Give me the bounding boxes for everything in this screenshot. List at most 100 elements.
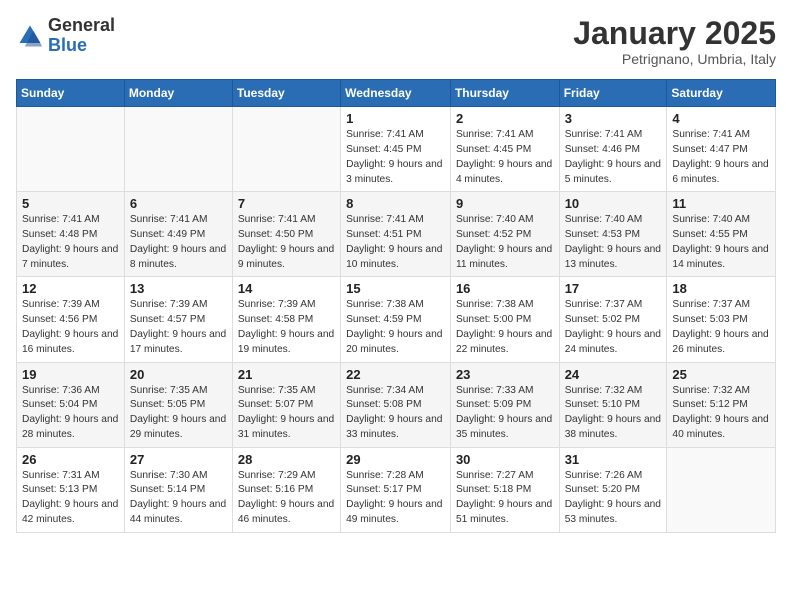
day-info: Sunrise: 7:26 AMSunset: 5:20 PMDaylight:… — [565, 469, 662, 528]
day-info: Sunrise: 7:41 AMSunset: 4:50 PMDaylight:… — [238, 213, 335, 272]
day-info: Sunrise: 7:30 AMSunset: 5:14 PMDaylight:… — [130, 469, 227, 528]
day-info: Sunrise: 7:39 AMSunset: 4:56 PMDaylight:… — [22, 298, 119, 357]
weekday-header: Sunday — [17, 80, 125, 107]
weekday-header: Wednesday — [341, 80, 451, 107]
calendar-header-row: SundayMondayTuesdayWednesdayThursdayFrid… — [17, 80, 776, 107]
calendar-cell — [17, 107, 125, 192]
day-number: 7 — [238, 196, 335, 211]
calendar-cell: 14 Sunrise: 7:39 AMSunset: 4:58 PMDayligh… — [232, 277, 340, 362]
day-number: 15 — [346, 281, 445, 296]
calendar-cell: 5 Sunrise: 7:41 AMSunset: 4:48 PMDaylight… — [17, 192, 125, 277]
calendar-cell: 31 Sunrise: 7:26 AMSunset: 5:20 PMDayligh… — [559, 447, 667, 532]
calendar-cell: 27 Sunrise: 7:30 AMSunset: 5:14 PMDayligh… — [124, 447, 232, 532]
day-info: Sunrise: 7:41 AMSunset: 4:51 PMDaylight:… — [346, 213, 445, 272]
calendar-cell: 18Sunrise: 7:37 AMSunset: 5:03 PMDayligh… — [667, 277, 776, 362]
day-number: 2 — [456, 111, 554, 126]
day-info: Sunrise: 7:40 AMSunset: 4:55 PMDaylight:… — [672, 213, 770, 272]
calendar-week-row: 26Sunrise: 7:31 AMSunset: 5:13 PMDayligh… — [17, 447, 776, 532]
title-block: January 2025 Petrignano, Umbria, Italy — [573, 16, 776, 67]
day-info: Sunrise: 7:41 AMSunset: 4:49 PMDaylight:… — [130, 213, 227, 272]
calendar-cell: 8 Sunrise: 7:41 AMSunset: 4:51 PMDaylight… — [341, 192, 451, 277]
day-number: 8 — [346, 196, 445, 211]
day-number: 3 — [565, 111, 662, 126]
weekday-header: Friday — [559, 80, 667, 107]
day-number: 27 — [130, 452, 227, 467]
calendar-cell: 23 Sunrise: 7:33 AMSunset: 5:09 PMDayligh… — [450, 362, 559, 447]
day-number: 22 — [346, 367, 445, 382]
day-info: Sunrise: 7:29 AMSunset: 5:16 PMDaylight:… — [238, 469, 335, 528]
day-number: 19 — [22, 367, 119, 382]
day-info: Sunrise: 7:41 AMSunset: 4:45 PMDaylight:… — [346, 128, 445, 187]
day-number: 29 — [346, 452, 445, 467]
day-number: 9 — [456, 196, 554, 211]
day-info: Sunrise: 7:41 AMSunset: 4:45 PMDaylight:… — [456, 128, 554, 187]
day-number: 21 — [238, 367, 335, 382]
weekday-header: Tuesday — [232, 80, 340, 107]
day-info: Sunrise: 7:39 AMSunset: 4:58 PMDaylight:… — [238, 298, 335, 357]
day-number: 13 — [130, 281, 227, 296]
calendar-cell: 15 Sunrise: 7:38 AMSunset: 4:59 PMDayligh… — [341, 277, 451, 362]
day-number: 5 — [22, 196, 119, 211]
day-info: Sunrise: 7:36 AMSunset: 5:04 PMDaylight:… — [22, 384, 119, 443]
day-info: Sunrise: 7:32 AMSunset: 5:12 PMDaylight:… — [672, 384, 770, 443]
weekday-header: Saturday — [667, 80, 776, 107]
day-info: Sunrise: 7:35 AMSunset: 5:05 PMDaylight:… — [130, 384, 227, 443]
day-number: 10 — [565, 196, 662, 211]
day-info: Sunrise: 7:41 AMSunset: 4:46 PMDaylight:… — [565, 128, 662, 187]
day-info: Sunrise: 7:41 AMSunset: 4:47 PMDaylight:… — [672, 128, 770, 187]
day-number: 12 — [22, 281, 119, 296]
day-info: Sunrise: 7:32 AMSunset: 5:10 PMDaylight:… — [565, 384, 662, 443]
calendar-subtitle: Petrignano, Umbria, Italy — [573, 51, 776, 67]
calendar-cell: 20 Sunrise: 7:35 AMSunset: 5:05 PMDayligh… — [124, 362, 232, 447]
calendar-cell: 17 Sunrise: 7:37 AMSunset: 5:02 PMDayligh… — [559, 277, 667, 362]
day-info: Sunrise: 7:37 AMSunset: 5:02 PMDaylight:… — [565, 298, 662, 357]
page-header: General Blue January 2025 Petrignano, Um… — [16, 16, 776, 67]
day-number: 31 — [565, 452, 662, 467]
day-number: 24 — [565, 367, 662, 382]
day-number: 17 — [565, 281, 662, 296]
calendar-cell: 4Sunrise: 7:41 AMSunset: 4:47 PMDaylight… — [667, 107, 776, 192]
day-info: Sunrise: 7:33 AMSunset: 5:09 PMDaylight:… — [456, 384, 554, 443]
day-number: 30 — [456, 452, 554, 467]
day-number: 1 — [346, 111, 445, 126]
day-number: 16 — [456, 281, 554, 296]
weekday-header: Thursday — [450, 80, 559, 107]
calendar-cell: 26Sunrise: 7:31 AMSunset: 5:13 PMDayligh… — [17, 447, 125, 532]
calendar-cell — [124, 107, 232, 192]
day-info: Sunrise: 7:38 AMSunset: 5:00 PMDaylight:… — [456, 298, 554, 357]
day-info: Sunrise: 7:39 AMSunset: 4:57 PMDaylight:… — [130, 298, 227, 357]
day-info: Sunrise: 7:40 AMSunset: 4:52 PMDaylight:… — [456, 213, 554, 272]
logo-icon — [16, 22, 44, 50]
calendar-table: SundayMondayTuesdayWednesdayThursdayFrid… — [16, 79, 776, 533]
calendar-cell: 2 Sunrise: 7:41 AMSunset: 4:45 PMDaylight… — [450, 107, 559, 192]
day-number: 25 — [672, 367, 770, 382]
calendar-cell: 19 Sunrise: 7:36 AMSunset: 5:04 PMDayligh… — [17, 362, 125, 447]
calendar-title: January 2025 — [573, 16, 776, 51]
calendar-week-row: 5 Sunrise: 7:41 AMSunset: 4:48 PMDaylight… — [17, 192, 776, 277]
calendar-week-row: 1 Sunrise: 7:41 AMSunset: 4:45 PMDaylight… — [17, 107, 776, 192]
day-number: 11 — [672, 196, 770, 211]
weekday-header: Monday — [124, 80, 232, 107]
calendar-week-row: 12 Sunrise: 7:39 AMSunset: 4:56 PMDayligh… — [17, 277, 776, 362]
calendar-cell: 21 Sunrise: 7:35 AMSunset: 5:07 PMDayligh… — [232, 362, 340, 447]
day-info: Sunrise: 7:40 AMSunset: 4:53 PMDaylight:… — [565, 213, 662, 272]
calendar-cell: 1 Sunrise: 7:41 AMSunset: 4:45 PMDaylight… — [341, 107, 451, 192]
day-number: 28 — [238, 452, 335, 467]
day-number: 20 — [130, 367, 227, 382]
calendar-cell: 22Sunrise: 7:34 AMSunset: 5:08 PMDayligh… — [341, 362, 451, 447]
calendar-cell: 13 Sunrise: 7:39 AMSunset: 4:57 PMDayligh… — [124, 277, 232, 362]
day-info: Sunrise: 7:41 AMSunset: 4:48 PMDaylight:… — [22, 213, 119, 272]
calendar-week-row: 19 Sunrise: 7:36 AMSunset: 5:04 PMDayligh… — [17, 362, 776, 447]
calendar-cell: 3 Sunrise: 7:41 AMSunset: 4:46 PMDaylight… — [559, 107, 667, 192]
calendar-cell: 29Sunrise: 7:28 AMSunset: 5:17 PMDayligh… — [341, 447, 451, 532]
calendar-cell: 9 Sunrise: 7:40 AMSunset: 4:52 PMDaylight… — [450, 192, 559, 277]
calendar-cell: 16 Sunrise: 7:38 AMSunset: 5:00 PMDayligh… — [450, 277, 559, 362]
calendar-cell: 28 Sunrise: 7:29 AMSunset: 5:16 PMDayligh… — [232, 447, 340, 532]
day-info: Sunrise: 7:31 AMSunset: 5:13 PMDaylight:… — [22, 469, 119, 528]
day-number: 23 — [456, 367, 554, 382]
calendar-cell: 6Sunrise: 7:41 AMSunset: 4:49 PMDaylight… — [124, 192, 232, 277]
day-number: 14 — [238, 281, 335, 296]
calendar-cell: 12 Sunrise: 7:39 AMSunset: 4:56 PMDayligh… — [17, 277, 125, 362]
day-info: Sunrise: 7:38 AMSunset: 4:59 PMDaylight:… — [346, 298, 445, 357]
day-info: Sunrise: 7:35 AMSunset: 5:07 PMDaylight:… — [238, 384, 335, 443]
